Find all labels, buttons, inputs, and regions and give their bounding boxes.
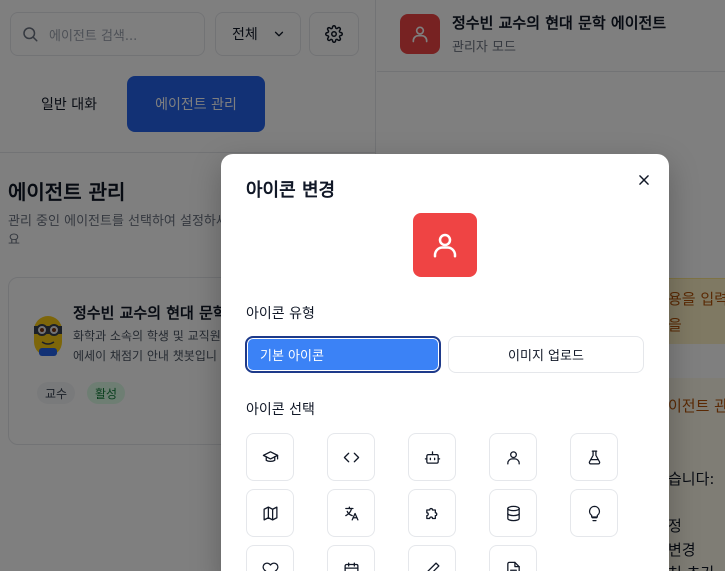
icon-option-map[interactable] bbox=[246, 489, 294, 537]
icon-option-puzzle[interactable] bbox=[408, 489, 456, 537]
image-upload-button[interactable]: 이미지 업로드 bbox=[448, 336, 644, 373]
database-icon bbox=[506, 505, 520, 521]
icon-option-translate[interactable] bbox=[327, 489, 375, 537]
close-icon bbox=[639, 175, 649, 185]
user-icon bbox=[433, 233, 457, 258]
pencil-icon bbox=[426, 561, 440, 571]
graduation-cap-icon bbox=[262, 450, 278, 462]
lightbulb-icon bbox=[588, 505, 600, 521]
icon-option-bot[interactable] bbox=[408, 433, 456, 481]
icon-option-user[interactable] bbox=[489, 433, 537, 481]
icon-option-database[interactable] bbox=[489, 489, 537, 537]
icon-option-graduation-cap[interactable] bbox=[246, 433, 294, 481]
heart-icon bbox=[261, 561, 279, 571]
document-icon bbox=[506, 561, 520, 571]
icon-change-modal: 아이콘 변경 아이콘 유형 기본 아이콘 이미지 업로드 아이콘 선택 bbox=[221, 154, 669, 571]
icon-option-lightbulb[interactable] bbox=[570, 489, 618, 537]
icon-option-code[interactable] bbox=[327, 433, 375, 481]
bot-icon bbox=[424, 450, 440, 464]
close-button[interactable] bbox=[635, 171, 653, 189]
modal-title: 아이콘 변경 bbox=[246, 180, 336, 201]
flask-icon bbox=[588, 449, 600, 465]
translate-icon bbox=[344, 505, 359, 521]
default-icon-button[interactable]: 기본 아이콘 bbox=[245, 336, 441, 373]
icon-type-label: 아이콘 유형 bbox=[246, 306, 315, 322]
icon-option-calendar[interactable] bbox=[327, 545, 375, 571]
map-icon bbox=[262, 505, 278, 521]
icon-preview bbox=[413, 213, 477, 277]
icon-select-label: 아이콘 선택 bbox=[246, 402, 315, 418]
calendar-icon bbox=[343, 561, 359, 571]
icon-option-pencil[interactable] bbox=[408, 545, 456, 571]
icon-option-heart[interactable] bbox=[246, 545, 294, 571]
puzzle-icon bbox=[425, 507, 437, 519]
user-icon bbox=[506, 450, 520, 465]
icon-option-flask[interactable] bbox=[570, 433, 618, 481]
icon-grid bbox=[246, 433, 618, 571]
code-icon bbox=[343, 452, 359, 462]
icon-option-document[interactable] bbox=[489, 545, 537, 571]
